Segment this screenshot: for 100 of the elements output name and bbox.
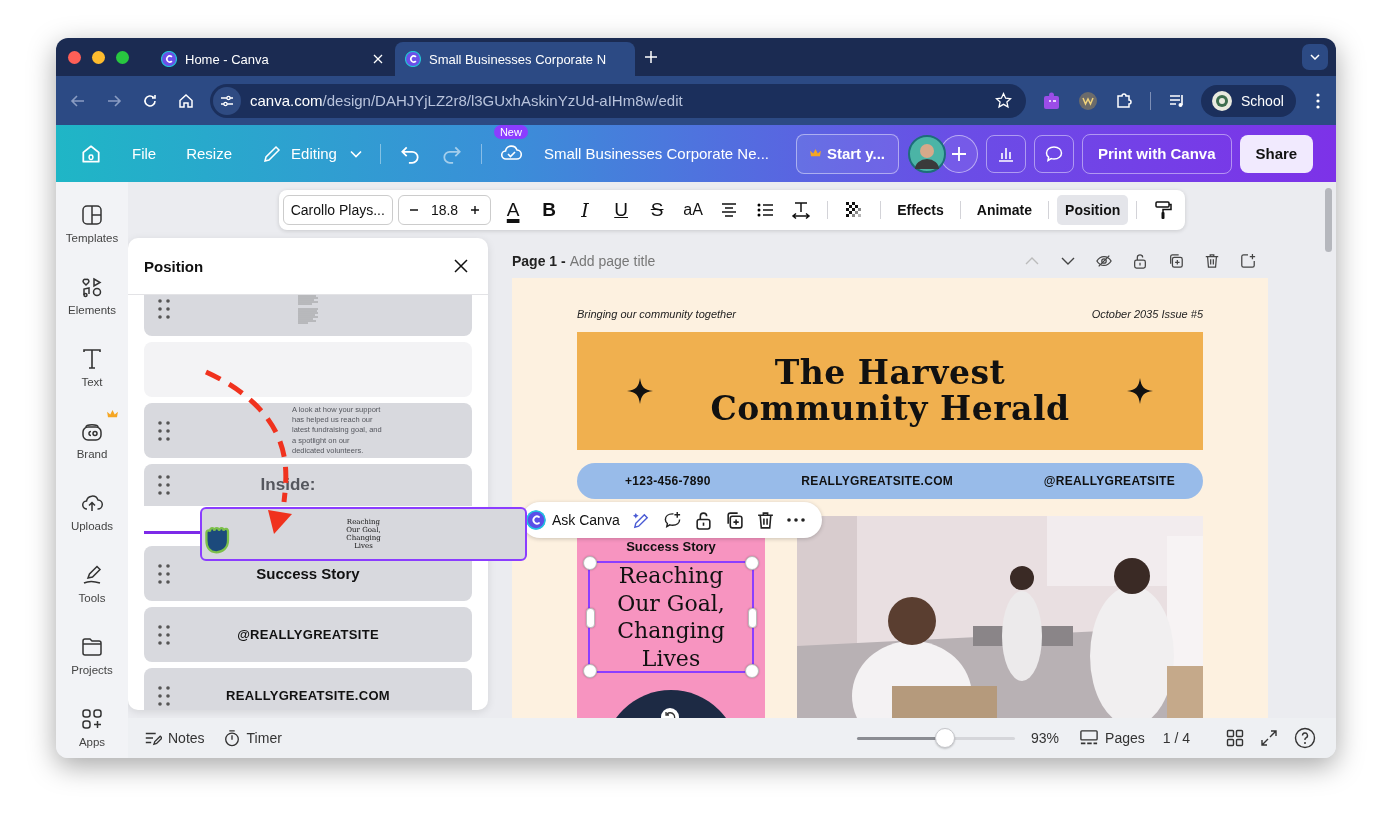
- add-page-icon[interactable]: [1240, 253, 1256, 269]
- resize-handle[interactable]: [583, 556, 597, 570]
- caret-icon: [349, 149, 362, 158]
- bookmark-star-icon[interactable]: [995, 92, 1012, 109]
- back-icon[interactable]: [70, 92, 86, 109]
- drag-handle-icon[interactable]: [158, 624, 170, 645]
- sidebar-item[interactable]: Brand: [56, 410, 128, 482]
- forward-icon[interactable]: [106, 92, 122, 109]
- delete-icon[interactable]: [755, 510, 775, 530]
- toolbar-button[interactable]: Position: [1057, 195, 1129, 225]
- duplicate-icon[interactable]: [724, 510, 744, 530]
- puzzle-extension-icon[interactable]: [1042, 90, 1062, 111]
- scrollbar-thumb[interactable]: [1325, 188, 1332, 252]
- sidebar-item[interactable]: Templates: [56, 194, 128, 266]
- increase-size-icon[interactable]: [470, 205, 481, 215]
- magic-pencil-icon[interactable]: [631, 510, 651, 530]
- user-avatar[interactable]: [908, 134, 946, 173]
- zoom-window-button[interactable]: [116, 50, 129, 64]
- sidebar-item[interactable]: Uploads: [56, 482, 128, 554]
- format-button[interactable]: S: [639, 199, 676, 221]
- resize-handle[interactable]: [583, 664, 597, 678]
- slider-thumb[interactable]: [935, 728, 956, 748]
- address-field[interactable]: canva.com/design/DAHJYjLZ2r8/l3GUxhAskinYzUd-aIHm8w/edit: [210, 83, 1026, 118]
- print-button[interactable]: Print with Canva: [1082, 133, 1232, 174]
- format-button[interactable]: U: [603, 199, 640, 221]
- notes-button[interactable]: Notes: [144, 729, 205, 747]
- text-thumbnail-drawing: [297, 295, 319, 326]
- resize-handle[interactable]: [745, 556, 759, 570]
- extensions-icon[interactable]: [1114, 90, 1134, 111]
- pages-button[interactable]: Pages: [1079, 729, 1145, 747]
- layer-item[interactable]: @REALLYGREATSITE: [144, 607, 472, 662]
- close-window-button[interactable]: [68, 50, 81, 64]
- toolbar-button[interactable]: Animate: [968, 195, 1041, 225]
- format-button[interactable]: I: [567, 199, 604, 221]
- layer-item[interactable]: Inside:: [144, 464, 472, 506]
- site-settings-icon[interactable]: [213, 86, 241, 115]
- insights-button[interactable]: [986, 134, 1026, 173]
- layer-item[interactable]: REALLYGREATSITE.COM: [144, 668, 472, 710]
- pencil-icon: [262, 143, 283, 164]
- fullscreen-icon[interactable]: [1260, 729, 1278, 747]
- share-button[interactable]: Share: [1239, 134, 1314, 173]
- profile-button[interactable]: School: [1201, 84, 1296, 117]
- sidebar-item[interactable]: Apps: [56, 698, 128, 758]
- start-trial-button[interactable]: Start y...: [795, 133, 899, 174]
- home-icon[interactable]: [178, 92, 194, 109]
- unlock-icon[interactable]: [1132, 253, 1148, 269]
- format-button[interactable]: aA: [675, 201, 712, 219]
- font-dropdown[interactable]: Carollo Plays...: [282, 195, 393, 225]
- shapes-icon: [81, 276, 103, 298]
- drag-handle-icon[interactable]: [158, 298, 170, 319]
- font-size-field[interactable]: 18.8: [430, 202, 459, 218]
- tab-search-button[interactable]: [1302, 44, 1328, 70]
- sparkle-icon: [1127, 378, 1153, 404]
- resize-handle[interactable]: [745, 664, 759, 678]
- close-icon[interactable]: [454, 259, 468, 273]
- hide-icon[interactable]: [1096, 253, 1112, 269]
- timer-button[interactable]: Timer: [222, 729, 282, 747]
- add-comment-icon[interactable]: [662, 510, 682, 530]
- spacing-icon[interactable]: [791, 200, 812, 220]
- drag-handle-icon[interactable]: [158, 420, 170, 441]
- newsletter-title: Community Herald: [710, 391, 1070, 427]
- page-title-field[interactable]: Add page title: [569, 253, 656, 269]
- canva-logo-icon: [405, 51, 421, 67]
- sidebar-item[interactable]: Projects: [56, 626, 128, 698]
- browser-tab[interactable]: Home - Canva: [151, 42, 393, 76]
- layer-text: Inside:: [260, 475, 316, 495]
- browser-menu-icon[interactable]: [1315, 92, 1320, 109]
- extension-icon[interactable]: [1078, 90, 1098, 111]
- comment-icon: [1044, 143, 1064, 164]
- new-tab-icon[interactable]: [645, 51, 657, 63]
- more-icon[interactable]: [786, 518, 805, 522]
- story-title: Changing: [617, 617, 725, 645]
- story-title: Reaching: [618, 562, 724, 590]
- close-tab-icon[interactable]: [373, 54, 383, 64]
- story-label: Success Story: [626, 539, 716, 554]
- browser-tab[interactable]: Small Businesses Corporate N: [395, 42, 635, 76]
- comment-button[interactable]: [1034, 134, 1074, 173]
- toolbar-button[interactable]: Effects: [889, 195, 952, 225]
- minimize-window-button[interactable]: [92, 50, 105, 64]
- paint-roller-icon[interactable]: [1153, 200, 1174, 220]
- profile-avatar-icon: [1211, 89, 1233, 112]
- drag-handle-icon[interactable]: [158, 685, 170, 706]
- reload-icon[interactable]: [142, 92, 158, 109]
- sidebar-item[interactable]: Tools: [56, 554, 128, 626]
- format-button[interactable]: B: [531, 199, 568, 221]
- zoom-percent[interactable]: 93%: [1031, 730, 1060, 746]
- unlock-icon[interactable]: [693, 510, 713, 530]
- help-icon[interactable]: [1294, 727, 1316, 749]
- delete-icon[interactable]: [1204, 253, 1220, 269]
- design-title[interactable]: Small Businesses Corporate Ne...: [543, 145, 784, 162]
- sidebar-item[interactable]: Elements: [56, 266, 128, 338]
- zoom-slider[interactable]: [857, 728, 1015, 748]
- format-button[interactable]: A: [495, 199, 532, 221]
- resize-handle[interactable]: [585, 608, 595, 628]
- drag-handle-icon[interactable]: [158, 475, 170, 495]
- duplicate-icon[interactable]: [1168, 253, 1184, 269]
- grid-view-icon[interactable]: [1226, 729, 1244, 747]
- resize-handle[interactable]: [747, 608, 757, 628]
- drag-handle-icon[interactable]: [158, 563, 170, 584]
- sidebar-item[interactable]: Text: [56, 338, 128, 410]
